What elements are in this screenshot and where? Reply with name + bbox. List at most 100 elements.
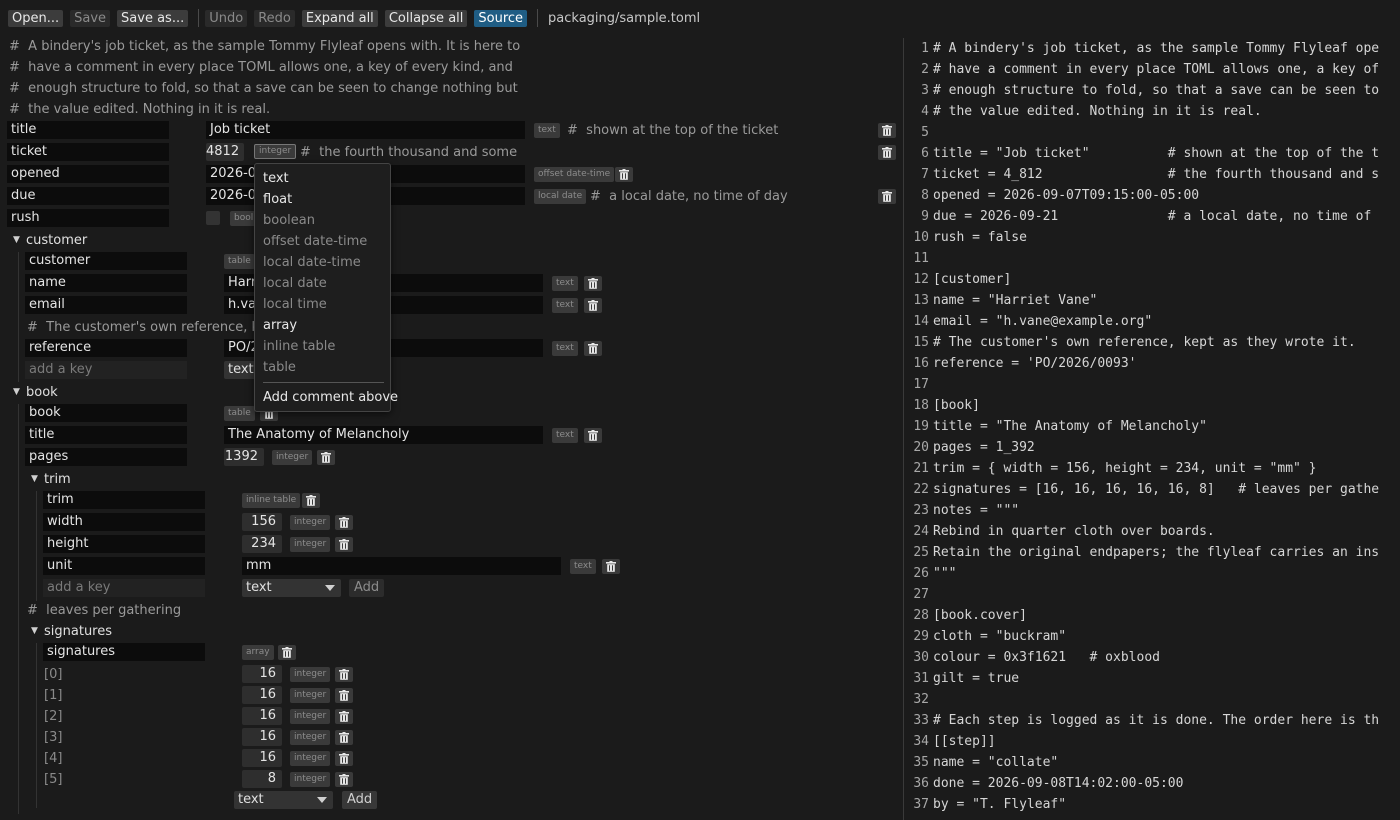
menu-item-type[interactable]: float [263,191,292,208]
key-field[interactable]: title [25,426,187,444]
type-badge[interactable]: offset date-time [534,167,615,182]
delete-button[interactable] [302,493,320,508]
type-badge[interactable]: integer [290,772,331,787]
delete-button[interactable] [584,341,602,356]
section-header[interactable]: book [26,384,58,401]
type-badge[interactable]: inline table [242,493,301,508]
number-field[interactable]: 1392 [224,448,264,466]
key-field[interactable]: width [43,513,205,531]
source-line[interactable]: 11 [905,248,933,269]
source-line[interactable]: 19 title = "The Anatomy of Melancholy" [905,416,1207,437]
save-button[interactable]: Save [70,9,111,27]
type-badge[interactable]: text [552,276,578,291]
source-line[interactable]: 24 Rebind in quarter cloth over boards. [905,521,1214,542]
delete-button[interactable] [278,645,296,660]
source-line[interactable]: 31 gilt = true [905,668,1019,689]
type-badge[interactable]: integer [290,667,331,682]
number-field[interactable]: 156 [242,513,282,531]
delete-button[interactable] [584,298,602,313]
menu-item-type[interactable]: local time [263,296,327,313]
key-field[interactable]: trim [43,491,205,509]
menu-item-add-comment[interactable]: Add comment above [263,389,398,406]
delete-button[interactable] [878,189,896,204]
source-line[interactable]: 35 name = "collate" [905,752,1058,773]
source-line[interactable]: 25 Retain the original endpapers; the fly… [905,542,1379,563]
type-badge[interactable]: integer [290,537,331,552]
type-badge[interactable]: integer [290,751,331,766]
type-badge[interactable]: table [224,406,255,421]
source-line[interactable]: 6 title = "Job ticket" # shown at the top… [905,143,1379,164]
type-badge[interactable]: local date [534,189,587,204]
source-line[interactable]: 7 ticket = 4_812 # the fourth thousand an… [905,164,1379,185]
key-field[interactable]: customer [25,252,187,270]
key-field[interactable]: due [7,187,169,205]
delete-button[interactable] [317,450,335,465]
add-button[interactable]: Add [342,791,378,809]
number-field[interactable]: 16 [242,686,282,704]
source-line[interactable]: 22 signatures = [16, 16, 16, 16, 16, 8] #… [905,479,1379,500]
source-line[interactable]: 27 [905,584,933,605]
boolean-checkbox[interactable] [206,211,220,225]
delete-button[interactable] [335,709,353,724]
source-line[interactable]: 34 [[step]] [905,731,995,752]
add-type-select[interactable]: text [242,579,341,597]
add-button[interactable]: Add [349,579,385,597]
source-line[interactable]: 18 [book] [905,395,980,416]
type-badge[interactable]: integer [290,515,331,530]
inline-comment[interactable]: # the fourth thousand and some [300,144,517,161]
source-line[interactable]: 1 # A bindery's job ticket, as the sample… [905,38,1379,59]
key-field[interactable]: unit [43,557,205,575]
type-badge[interactable]: text [552,298,578,313]
source-line[interactable]: 26 """ [905,563,956,584]
key-field[interactable]: name [25,274,187,292]
source-line[interactable]: 36 done = 2026-09-08T14:02:00-05:00 [905,773,1183,794]
delete-button[interactable] [584,276,602,291]
key-field[interactable]: signatures [43,643,205,661]
source-line[interactable]: 33 # Each step is logged as it is done. T… [905,710,1379,731]
delete-button[interactable] [335,667,353,682]
delete-button[interactable] [335,688,353,703]
number-field[interactable]: 16 [242,707,282,725]
key-field[interactable]: rush [7,209,169,227]
source-line[interactable]: 10 rush = false [905,227,1027,248]
comment-row[interactable]: # have a comment in every place TOML all… [9,59,513,76]
type-badge[interactable]: integer [254,144,297,159]
source-line[interactable]: 23 notes = """ [905,500,1019,521]
delete-button[interactable] [335,515,353,530]
delete-button[interactable] [335,730,353,745]
redo-button[interactable]: Redo [254,9,295,27]
key-field[interactable]: title [7,121,169,139]
source-line[interactable]: 4 # the value edited. Nothing in it is re… [905,101,1262,122]
delete-button[interactable] [335,751,353,766]
save-as-button[interactable]: Save as... [117,9,189,27]
delete-button[interactable] [602,559,620,574]
add-type-select[interactable]: text [234,791,333,809]
menu-item-type[interactable]: offset date-time [263,233,367,250]
source-line[interactable]: 32 [905,689,933,710]
key-field[interactable]: ticket [7,143,169,161]
number-field[interactable]: 4812 [206,143,244,161]
menu-item-type[interactable]: boolean [263,212,315,229]
comment-row[interactable]: # The customer's own reference, kept [27,319,280,336]
source-line[interactable]: 37 by = "T. Flyleaf" [905,794,1066,815]
delete-button[interactable] [878,123,896,138]
source-line[interactable]: 15 # The customer's own reference, kept a… [905,332,1355,353]
source-line[interactable]: 12 [customer] [905,269,1011,290]
number-field[interactable]: 16 [242,665,282,683]
key-field[interactable]: pages [25,448,187,466]
inline-comment[interactable]: # a local date, no time of day [590,188,788,205]
source-line[interactable]: 17 [905,374,933,395]
source-line[interactable]: 16 reference = 'PO/2026/0093' [905,353,1136,374]
type-badge[interactable]: text [552,428,578,443]
source-line[interactable]: 5 [905,122,933,143]
collapse-triangle-icon[interactable]: ▼ [31,471,38,488]
type-badge[interactable]: array [242,645,274,660]
number-field[interactable]: 16 [242,728,282,746]
delete-button[interactable] [335,772,353,787]
undo-button[interactable]: Undo [205,9,248,27]
collapse-triangle-icon[interactable]: ▼ [13,384,20,401]
number-field[interactable]: 234 [242,535,282,553]
source-line[interactable]: 28 [book.cover] [905,605,1027,626]
source-line[interactable]: 30 colour = 0x3f1621 # oxblood [905,647,1160,668]
type-badge[interactable]: text [534,123,560,138]
